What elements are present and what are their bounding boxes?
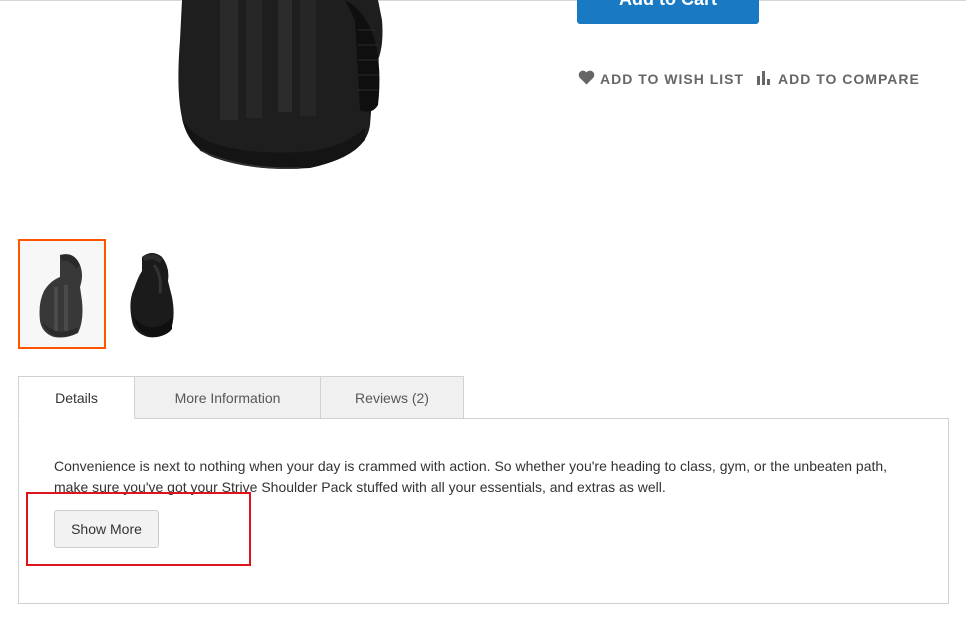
product-description: Convenience is next to nothing when your… <box>54 458 888 495</box>
tab-reviews-label: Reviews (2) <box>355 389 429 406</box>
add-to-wish-list-link[interactable]: ADD TO WISH LIST <box>578 68 744 90</box>
bar-chart-icon <box>756 70 778 88</box>
tab-more-information[interactable]: More Information <box>134 376 321 419</box>
product-thumbnail-1[interactable] <box>18 239 106 349</box>
main-product-image <box>160 0 400 175</box>
wish-list-label: ADD TO WISH LIST <box>600 71 745 87</box>
show-more-button[interactable]: Show More <box>54 510 159 548</box>
add-to-compare-link[interactable]: ADD TO COMPARE <box>756 68 920 90</box>
tab-reviews[interactable]: Reviews (2) <box>320 376 464 419</box>
compare-label: ADD TO COMPARE <box>778 71 920 87</box>
tab-more-information-label: More Information <box>174 389 281 406</box>
show-more-label: Show More <box>71 521 142 537</box>
tab-details-label: Details <box>55 389 98 406</box>
details-tab-panel: Convenience is next to nothing when your… <box>18 418 949 604</box>
top-divider <box>0 0 966 1</box>
heart-icon <box>578 70 600 88</box>
tab-details[interactable]: Details <box>18 376 135 419</box>
add-to-cart-button[interactable]: Add to Cart <box>577 0 759 24</box>
product-thumbnail-2[interactable] <box>110 239 198 349</box>
